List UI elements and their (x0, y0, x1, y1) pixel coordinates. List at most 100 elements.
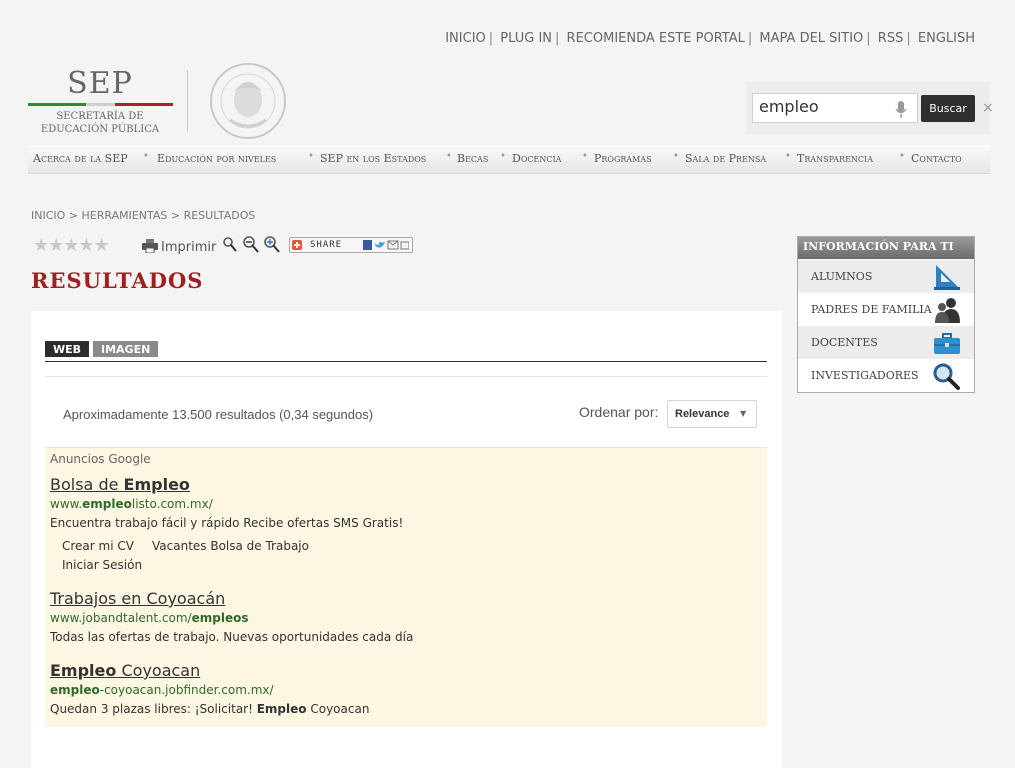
ruler-triangle-icon (934, 265, 960, 290)
ad-title[interactable]: Empleo Coyoacan (50, 661, 200, 680)
ad-url-pre[interactable]: www. (50, 497, 82, 511)
ad-url[interactable]: empleo-coyoacan.jobfinder.com.mx/ (50, 683, 274, 697)
nav-item-contacto[interactable]: Contacto (911, 152, 962, 165)
share-label: SHARE (310, 240, 343, 250)
sidebar-item-investigadores[interactable]: INVESTIGADORES (798, 359, 974, 392)
print-icon[interactable] (142, 239, 158, 253)
sidebar-title: INFORMACIÓN PARA TI (798, 237, 974, 259)
nav-separator: • (582, 151, 588, 162)
ad-description: Encuentra trabajo fácil y rápido Recibe … (50, 516, 404, 530)
ad-title-bold[interactable]: Empleo (124, 475, 190, 494)
top-link-recomienda[interactable]: RECOMIENDA ESTE PORTAL (567, 31, 745, 46)
magnifier-icon (933, 363, 960, 390)
main-nav: Acerca de la SEP • Educación por niveles… (28, 145, 990, 174)
ad-url-pre[interactable]: www.jobandtalent.com/ (50, 611, 192, 625)
ad-desc-pre: Quedan 3 plazas libres: ¡Solicitar! (50, 702, 257, 716)
ad-url[interactable]: www.jobandtalent.com/empleos (50, 611, 248, 625)
logo-abbr: SEP (67, 66, 133, 101)
breadcrumb[interactable]: INICIO > HERRAMIENTAS > RESULTADOS (31, 209, 255, 222)
nav-separator: • (308, 151, 314, 162)
ad-title[interactable]: Bolsa de Empleo (50, 475, 190, 494)
ad-title-bold[interactable]: Empleo (50, 661, 116, 680)
ad-title-text[interactable]: Bolsa de Empleo (50, 475, 190, 494)
top-link-sep: | (488, 31, 494, 46)
search-button[interactable]: Buscar (921, 95, 975, 122)
ad-description: Todas las ofertas de trabajo. Nuevas opo… (50, 630, 414, 644)
close-icon[interactable]: × (982, 100, 994, 116)
microphone-icon[interactable] (895, 101, 907, 119)
sidebar-item-label[interactable]: DOCENTES (811, 336, 878, 349)
sidebar-item-docentes[interactable]: DOCENTES (798, 326, 974, 359)
nav-separator: • (446, 151, 452, 162)
parents-icon (935, 298, 960, 323)
top-link-sep: | (866, 31, 871, 46)
sidebar-item-alumnos[interactable]: ALUMNOS (798, 260, 974, 293)
top-link-mapa[interactable]: MAPA DEL SITIO (759, 31, 863, 46)
top-links: INICIO | PLUG IN | RECOMIENDA ESTE PORTAL |… (445, 31, 975, 46)
nav-item-estados[interactable]: SEP en los Estados (320, 152, 426, 165)
tab-image[interactable]: IMAGEN (93, 341, 159, 357)
ad-title-text[interactable]: Trabajos en Coyoacán (50, 589, 225, 608)
logo-divider (187, 70, 188, 132)
nav-item-transparencia[interactable]: Transparencia (797, 152, 873, 165)
ad-description: Quedan 3 plazas libres: ¡Solicitar! Empl… (50, 702, 369, 716)
nav-separator: • (143, 151, 149, 162)
chevron-down-icon[interactable]: ▼ (740, 409, 746, 418)
ad-url-bold[interactable]: empleo (82, 497, 132, 511)
top-link-inicio[interactable]: INICIO (445, 31, 486, 46)
top-link-sep: | (747, 31, 753, 46)
nav-separator: • (785, 151, 791, 162)
ad-desc-post: Coyoacan (306, 702, 370, 716)
nav-separator: • (673, 151, 679, 162)
sidebar-item-label[interactable]: ALUMNOS (811, 270, 872, 283)
tab-underline (45, 361, 767, 362)
sidebar-item-label[interactable]: PADRES DE FAMILIA (811, 303, 932, 316)
top-link-english[interactable]: ENGLISH (918, 31, 975, 46)
ad-url-bold[interactable]: empleos (192, 611, 249, 625)
sep-logo[interactable]: SEP SECRETARÍA DE EDUCACIÓN PÚBLICA (28, 66, 173, 136)
nav-separator: • (899, 151, 905, 162)
ad-url-post[interactable]: -coyoacan.jobfinder.com.mx/ (100, 683, 274, 697)
logo-flag-line (28, 103, 173, 106)
zoom-out-icon[interactable] (243, 236, 259, 254)
sidebar-item-padres[interactable]: PADRES DE FAMILIA (798, 293, 974, 326)
top-link-plugin[interactable]: PLUG IN (500, 31, 552, 46)
ad-url-post[interactable]: listo.com.mx/ (132, 497, 213, 511)
top-link-rss[interactable]: RSS (878, 31, 904, 46)
nav-item-prensa[interactable]: Sala de Prensa (685, 152, 766, 165)
ad-sublink-cv[interactable]: Crear mi CV (62, 539, 134, 553)
ad-title-post[interactable]: Coyoacan (116, 661, 200, 680)
ad-sublink-sesion[interactable]: Iniciar Sesión (62, 558, 142, 572)
top-link-sep: | (906, 31, 911, 46)
search-input-value[interactable]: empleo (759, 97, 819, 116)
nav-item-programas[interactable]: Programas (594, 152, 652, 165)
results-divider (45, 376, 767, 377)
ad-url[interactable]: www.empleolisto.com.mx/ (50, 497, 213, 511)
nav-separator: • (500, 151, 506, 162)
print-label[interactable]: Imprimir (161, 240, 216, 255)
ad-title-pre[interactable]: Bolsa de (50, 475, 124, 494)
page-title: RESULTADOS (31, 268, 204, 293)
results-count: Aproximadamente 13.500 resultados (0,34 … (63, 407, 374, 422)
national-seal-icon (210, 63, 286, 139)
ad-title-text[interactable]: Empleo Coyoacan (50, 661, 200, 680)
ads-label: Anuncios Google (50, 452, 151, 466)
order-label: Ordenar por: (579, 404, 659, 420)
rating-stars[interactable]: ★★★★★ (33, 235, 110, 256)
nav-item-educacion[interactable]: Educación por niveles (157, 152, 276, 165)
addthis-icon (292, 240, 302, 250)
briefcase-icon (934, 333, 960, 354)
ad-url-bold[interactable]: empleo (50, 683, 100, 697)
zoom-reset-icon[interactable] (222, 236, 238, 254)
zoom-in-icon[interactable] (264, 236, 280, 254)
ad-sublink-vacantes[interactable]: Vacantes Bolsa de Trabajo (152, 539, 309, 553)
sidebar-item-label[interactable]: INVESTIGADORES (811, 369, 919, 382)
tab-web[interactable]: WEB (45, 341, 90, 357)
share-services-icon (363, 240, 409, 250)
nav-item-docencia[interactable]: Docencia (512, 152, 561, 165)
nav-item-becas[interactable]: Becas (457, 152, 488, 165)
ad-desc-bold: Empleo (256, 702, 307, 716)
ad-title[interactable]: Trabajos en Coyoacán (50, 589, 225, 608)
nav-item-acerca[interactable]: Acerca de la SEP (33, 152, 128, 165)
logo-line2: EDUCACIÓN PÚBLICA (40, 124, 160, 135)
